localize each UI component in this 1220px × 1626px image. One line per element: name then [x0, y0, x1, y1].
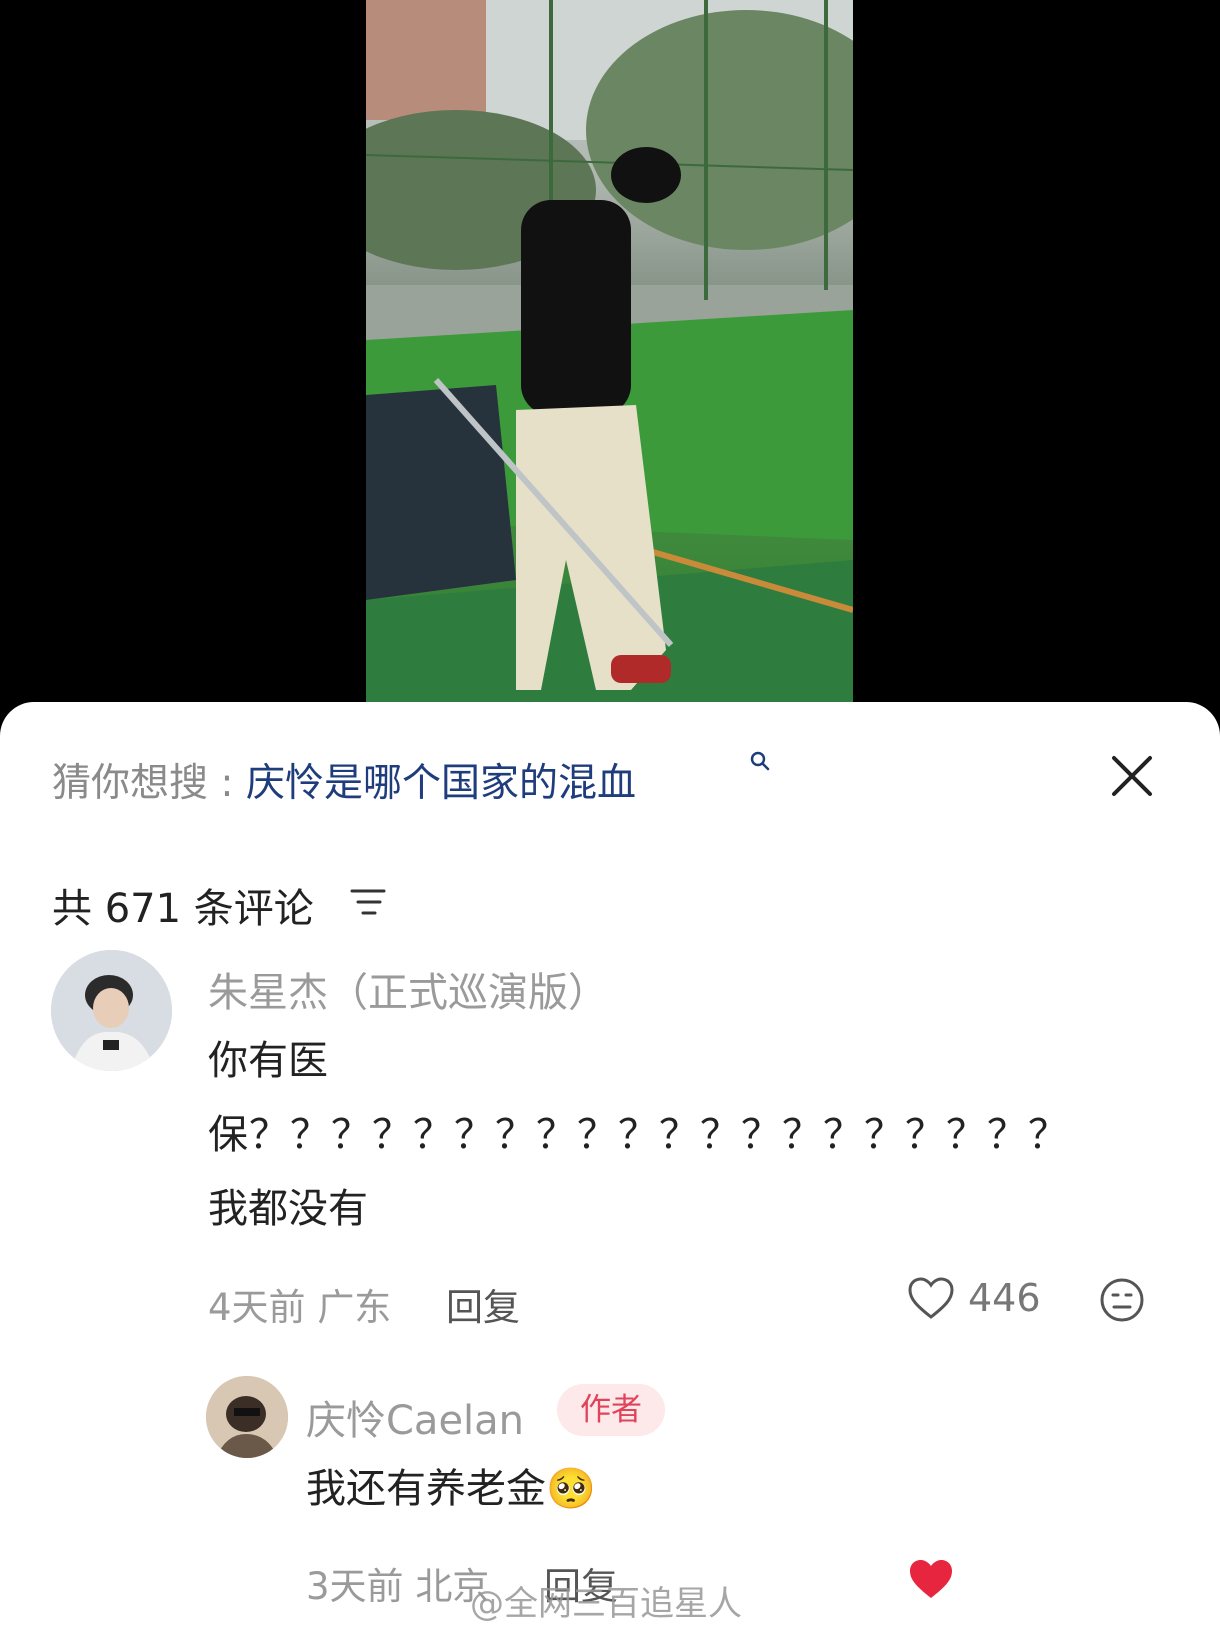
- search-icon: [750, 751, 770, 771]
- sponsor-banner: [366, 385, 516, 600]
- golfer-cap: [611, 147, 681, 203]
- watermark: @全网三百追星人: [470, 1584, 742, 1624]
- user-avatar-image: [51, 950, 172, 1071]
- sort-icon[interactable]: [350, 885, 386, 919]
- building: [366, 0, 486, 120]
- comment-location: 广东: [317, 1286, 392, 1329]
- suggestion-query[interactable]: 庆怜是哪个国家的混血: [246, 761, 636, 806]
- video-player[interactable]: [0, 0, 1220, 705]
- author-badge: 作者: [557, 1384, 665, 1436]
- comment-time: 4天前: [208, 1286, 306, 1329]
- reply-avatar[interactable]: [206, 1376, 288, 1458]
- video-scene: [366, 0, 853, 705]
- suggestion-prefix: 猜你想搜 :: [52, 761, 246, 806]
- comment-line: 保？？？？？？？？？？？？？？？？？？？？: [208, 1112, 1069, 1158]
- emoji-reaction-icon[interactable]: [1098, 1276, 1146, 1324]
- close-icon[interactable]: [1108, 752, 1156, 800]
- comment-line: 我都没有: [208, 1186, 368, 1232]
- reply-text-row: 我还有养老金🥺: [306, 1452, 596, 1526]
- comment-line: 你有医: [208, 1038, 328, 1084]
- author-avatar-image: [206, 1376, 288, 1458]
- reply-time: 3天前: [306, 1565, 404, 1608]
- heart-icon[interactable]: [907, 1276, 955, 1320]
- pleading-emoji: 🥺: [546, 1466, 596, 1512]
- comment-count: 共 671 条评论: [52, 886, 314, 932]
- comment-username[interactable]: 朱星杰（正式巡演版）: [208, 960, 608, 1018]
- like-count: 446: [968, 1276, 1041, 1320]
- liked-heart-icon[interactable]: [907, 1557, 955, 1601]
- reply-button[interactable]: 回复: [446, 1277, 520, 1331]
- reply-username[interactable]: 庆怜Caelan: [306, 1388, 524, 1446]
- video-frame[interactable]: [366, 0, 853, 705]
- reply-text: 我还有养老金: [306, 1466, 546, 1512]
- avatar[interactable]: [51, 950, 172, 1071]
- search-suggestion[interactable]: 猜你想搜 : 庆怜是哪个国家的混血: [52, 751, 770, 808]
